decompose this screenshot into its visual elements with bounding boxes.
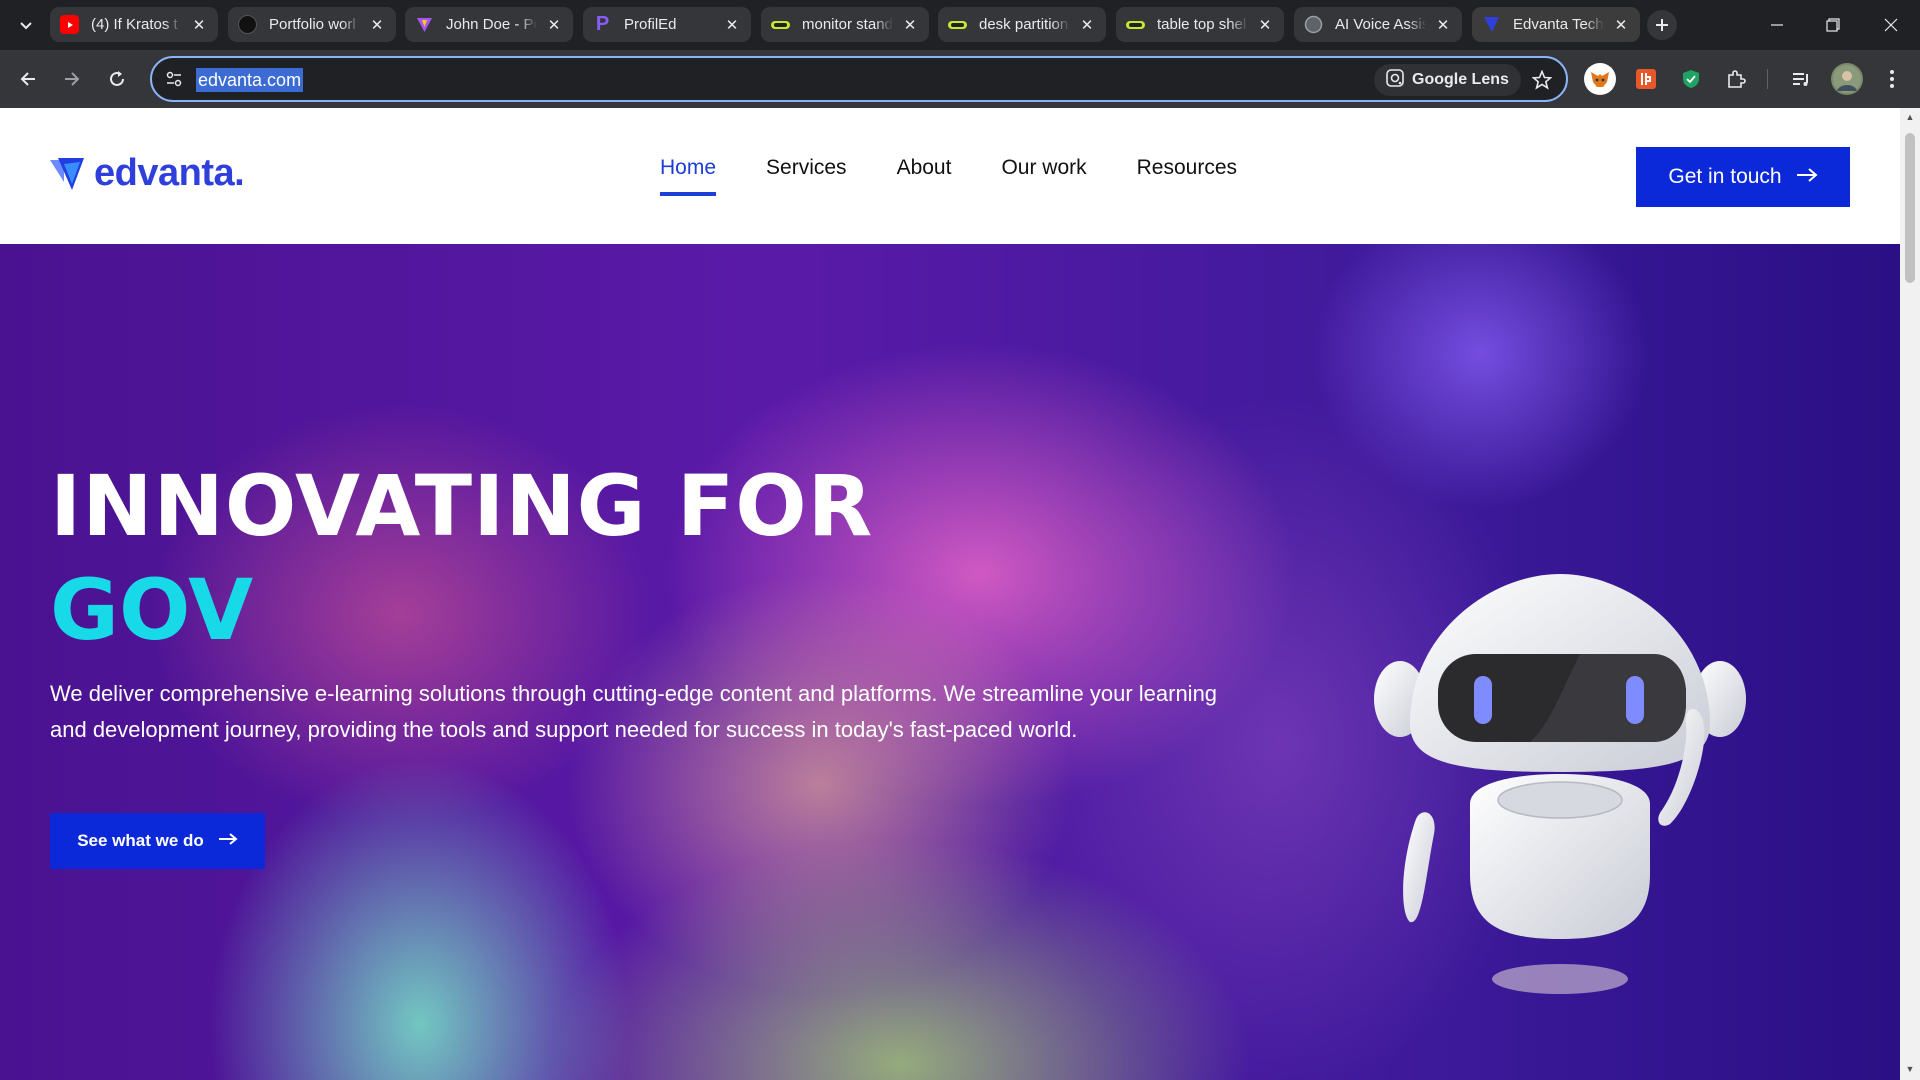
close-window-icon[interactable] — [1876, 10, 1906, 40]
shop-icon — [771, 15, 790, 34]
back-icon[interactable] — [12, 63, 44, 95]
arrow-right-icon — [1796, 165, 1818, 189]
logo-text: edvanta. — [94, 152, 245, 194]
restore-icon[interactable] — [1818, 10, 1848, 40]
metamask-extension-icon[interactable] — [1584, 63, 1616, 95]
vite-icon — [415, 15, 434, 34]
tab-youtube[interactable]: (4) If Kratos t ✕ — [50, 7, 218, 42]
tab-title: AI Voice Assis — [1335, 16, 1426, 33]
close-tab-icon[interactable]: ✕ — [1078, 16, 1096, 34]
tab-edvanta[interactable]: Edvanta Tech ✕ — [1472, 7, 1640, 42]
scroll-up-icon[interactable]: ▲ — [1905, 112, 1915, 122]
tab-table-top-shelf[interactable]: table top shel ✕ — [1116, 7, 1284, 42]
hero-section: INNOVATING FOR GOV We deliver comprehens… — [0, 244, 1900, 1080]
hero-description: We deliver comprehensive e-learning solu… — [50, 681, 1218, 742]
tab-title: ProfilEd — [624, 16, 677, 33]
close-tab-icon[interactable]: ✕ — [1612, 16, 1630, 34]
minimize-icon[interactable] — [1762, 10, 1792, 40]
edvanta-icon — [1482, 15, 1501, 34]
main-nav: Home Services About Our work Resources — [660, 156, 1237, 196]
shield-extension-icon[interactable] — [1675, 63, 1707, 95]
site-header: edvanta. Home Services About Our work Re… — [0, 108, 1900, 244]
tab-search-chevron-icon[interactable] — [14, 13, 38, 37]
robot-illustration — [1374, 574, 1746, 994]
browser-toolbar: edvanta.com Google Lens — [0, 50, 1920, 108]
nav-our-work[interactable]: Our work — [1001, 156, 1086, 190]
shop-icon — [1126, 15, 1145, 34]
see-what-we-do-label: See what we do — [77, 831, 204, 850]
arrow-right-icon — [218, 831, 238, 851]
close-tab-icon[interactable]: ✕ — [723, 16, 741, 34]
tab-title: John Doe - Po — [446, 16, 537, 33]
scroll-down-icon[interactable]: ▼ — [1905, 1064, 1915, 1074]
tab-title: Portfolio worl — [269, 16, 356, 33]
tab-title: desk partition — [979, 16, 1069, 33]
hero-title-line1: INNOVATING FOR — [50, 457, 874, 555]
nav-home[interactable]: Home — [660, 156, 717, 196]
tab-title: Edvanta Tech — [1513, 16, 1604, 33]
tab-title: (4) If Kratos t — [91, 16, 178, 33]
site-logo[interactable]: edvanta. — [50, 152, 245, 195]
scroll-thumb[interactable] — [1905, 133, 1915, 283]
close-tab-icon[interactable]: ✕ — [190, 16, 208, 34]
tab-portfolio[interactable]: Portfolio worl ✕ — [228, 7, 396, 42]
tab-title: table top shel — [1157, 16, 1247, 33]
profile-avatar[interactable] — [1831, 63, 1863, 95]
close-tab-icon[interactable]: ✕ — [901, 16, 919, 34]
close-tab-icon[interactable]: ✕ — [545, 16, 563, 34]
youtube-icon — [60, 15, 79, 34]
portfolio-icon — [238, 15, 257, 34]
tab-profiled[interactable]: P ProfilEd ✕ — [583, 7, 751, 42]
tab-strip: (4) If Kratos t ✕ Portfolio worl ✕ John … — [0, 0, 1920, 50]
lens-icon — [1386, 68, 1404, 92]
shop-icon — [948, 15, 967, 34]
edvanta-logo-icon — [50, 157, 84, 190]
tab-john-doe[interactable]: John Doe - Po ✕ — [405, 7, 573, 42]
lens-label: Google Lens — [1412, 71, 1509, 88]
new-tab-button[interactable] — [1647, 10, 1677, 40]
close-tab-icon[interactable]: ✕ — [368, 16, 386, 34]
google-lens-button[interactable]: Google Lens — [1374, 64, 1521, 96]
tab-title: monitor stand — [802, 16, 893, 33]
globe-icon — [1304, 15, 1323, 34]
media-queue-icon[interactable] — [1785, 63, 1817, 95]
profiled-icon: P — [595, 13, 610, 35]
close-tab-icon[interactable]: ✕ — [1434, 16, 1452, 34]
web-page: edvanta. Home Services About Our work Re… — [0, 108, 1900, 1080]
nav-services[interactable]: Services — [766, 156, 847, 190]
hero-title-line2: GOV — [50, 561, 254, 659]
tab-desk-partition[interactable]: desk partition ✕ — [938, 7, 1106, 42]
get-in-touch-button[interactable]: Get in touch — [1636, 147, 1850, 207]
address-bar[interactable]: edvanta.com Google Lens — [150, 56, 1568, 102]
page-scrollbar[interactable]: ▲ ▼ — [1900, 108, 1920, 1080]
toolbar-divider — [1767, 69, 1768, 89]
bookmark-star-icon[interactable] — [1528, 66, 1556, 94]
forward-icon[interactable] — [56, 63, 88, 95]
reload-icon[interactable] — [101, 63, 133, 95]
extensions-puzzle-icon[interactable] — [1720, 63, 1752, 95]
tab-ai-voice[interactable]: AI Voice Assis ✕ — [1294, 7, 1462, 42]
extension-red-icon[interactable] — [1630, 63, 1662, 95]
close-tab-icon[interactable]: ✕ — [1256, 16, 1274, 34]
nav-resources[interactable]: Resources — [1137, 156, 1237, 190]
nav-about[interactable]: About — [897, 156, 952, 190]
browser-menu-icon[interactable] — [1876, 63, 1908, 95]
get-in-touch-label: Get in touch — [1668, 165, 1782, 188]
url-text[interactable]: edvanta.com — [196, 68, 304, 92]
site-info-icon[interactable] — [162, 67, 186, 91]
tab-monitor-stand[interactable]: monitor stand ✕ — [761, 7, 929, 42]
see-what-we-do-button[interactable]: See what we do — [50, 813, 265, 869]
